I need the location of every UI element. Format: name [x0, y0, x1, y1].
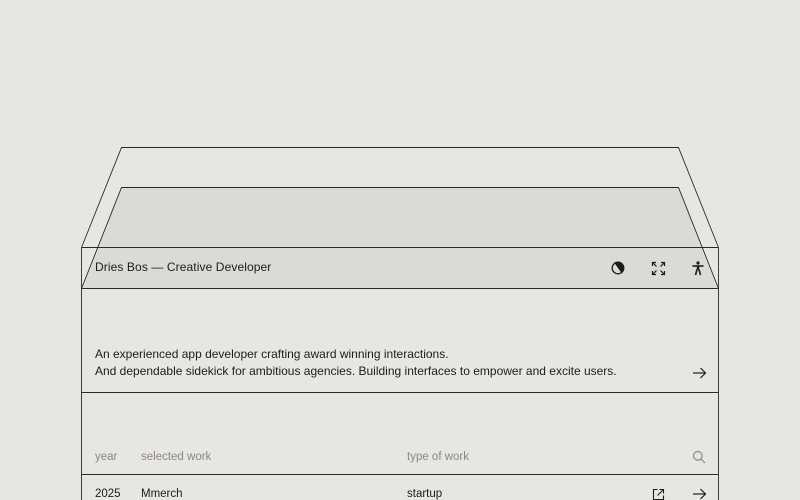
- intro-next-button[interactable]: [689, 363, 709, 383]
- row-open-button[interactable]: [689, 485, 709, 500]
- expand-icon: [651, 261, 665, 275]
- row-type: startup: [407, 488, 443, 500]
- contrast-toggle-button[interactable]: [608, 258, 628, 278]
- intro-text: An experienced app developer crafting aw…: [95, 346, 655, 379]
- arrow-right-icon: [692, 367, 706, 379]
- column-header-work[interactable]: selected work: [141, 451, 211, 463]
- fullscreen-button[interactable]: [648, 258, 668, 278]
- arrow-right-icon: [692, 488, 706, 500]
- column-header-year[interactable]: year: [95, 451, 117, 463]
- site-title[interactable]: Dries Bos — Creative Developer: [95, 260, 271, 274]
- row-work: Mmerch: [141, 488, 183, 500]
- accessibility-icon: [692, 260, 704, 275]
- column-header-type[interactable]: type of work: [407, 451, 469, 463]
- intro-line-1: An experienced app developer crafting aw…: [95, 347, 449, 361]
- search-button[interactable]: [689, 448, 709, 466]
- external-link-button[interactable]: [648, 485, 668, 500]
- search-icon: [692, 450, 706, 464]
- page: Dries Bos — Creative Developer An experi…: [0, 0, 800, 500]
- accessibility-button[interactable]: [688, 258, 708, 278]
- contrast-icon: [611, 261, 625, 275]
- row-year: 2025: [95, 488, 121, 500]
- external-link-icon: [652, 488, 664, 500]
- intro-line-2: And dependable sidekick for ambitious ag…: [95, 363, 617, 378]
- header-bar: Dries Bos — Creative Developer: [81, 248, 719, 288]
